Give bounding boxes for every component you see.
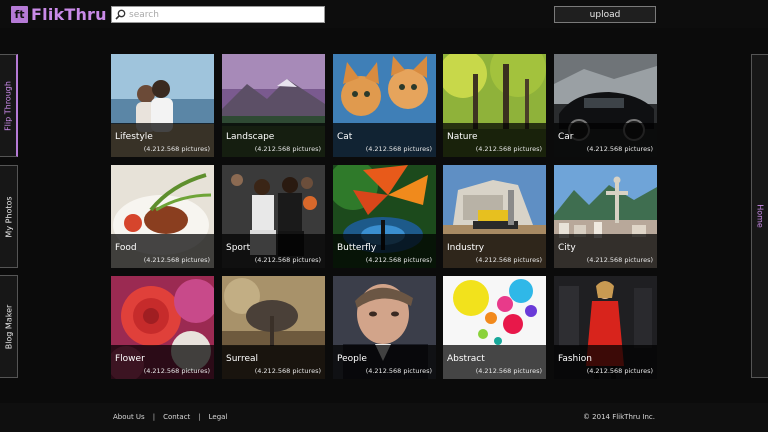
tab-flip-through[interactable]: Flip Through <box>0 54 18 157</box>
header-bar: ft FlikThru upload <box>0 0 768 28</box>
category-name: Abstract <box>447 354 485 364</box>
about-us-link[interactable]: About Us <box>113 413 145 421</box>
footer-links: About Us | Contact | Legal <box>113 413 227 421</box>
logo-mark: ft <box>11 6 28 23</box>
category-name: City <box>558 243 576 253</box>
category-name: Butterfly <box>337 243 377 253</box>
category-tile-butterfly[interactable]: Butterfly (4.212.568 pictures) <box>333 165 436 268</box>
picture-count: (4.212.568 pictures) <box>254 367 321 375</box>
category-name: Surreal <box>226 354 259 364</box>
category-tile-car[interactable]: Car (4.212.568 pictures) <box>554 54 657 157</box>
picture-count: (4.212.568 pictures) <box>365 367 432 375</box>
tab-blog-maker[interactable]: Blog Maker <box>0 275 18 378</box>
copyright-text: © 2014 FlikThru Inc. <box>582 413 655 421</box>
category-tile-industry[interactable]: Industry (4.212.568 pictures) <box>443 165 546 268</box>
category-name: Car <box>558 132 574 142</box>
category-tile-nature[interactable]: Nature (4.212.568 pictures) <box>443 54 546 157</box>
category-tile-people[interactable]: People (4.212.568 pictures) <box>333 276 436 379</box>
contact-link[interactable]: Contact <box>163 413 190 421</box>
tab-home-label: Home <box>755 204 765 228</box>
tab-home[interactable]: Home <box>751 54 768 378</box>
category-name: Flower <box>115 354 145 364</box>
tab-blog-maker-label: Blog Maker <box>4 304 13 349</box>
picture-count: (4.212.568 pictures) <box>586 256 653 264</box>
search-input[interactable] <box>129 7 319 22</box>
category-name: Sport <box>226 243 251 253</box>
category-tile-fashion[interactable]: Fashion (4.212.568 pictures) <box>554 276 657 379</box>
category-tile-abstract[interactable]: Abstract (4.212.568 pictures) <box>443 276 546 379</box>
upload-button[interactable]: upload <box>554 6 656 23</box>
category-tile-lifestyle[interactable]: Lifestyle (4.212.568 pictures) <box>111 54 214 157</box>
picture-count: (4.212.568 pictures) <box>365 145 432 153</box>
category-name: Food <box>115 243 137 253</box>
category-tile-food[interactable]: Food (4.212.568 pictures) <box>111 165 214 268</box>
category-tile-surreal[interactable]: Surreal (4.212.568 pictures) <box>222 276 325 379</box>
category-tile-city[interactable]: City (4.212.568 pictures) <box>554 165 657 268</box>
picture-count: (4.212.568 pictures) <box>475 256 542 264</box>
category-name: Industry <box>447 243 485 253</box>
picture-count: (4.212.568 pictures) <box>586 367 653 375</box>
category-name: Cat <box>337 132 353 142</box>
category-name: Lifestyle <box>115 132 153 142</box>
footer-separator: | <box>152 413 156 421</box>
footer: About Us | Contact | Legal © 2014 FlikTh… <box>0 403 768 432</box>
picture-count: (4.212.568 pictures) <box>475 145 542 153</box>
category-tile-cat[interactable]: Cat (4.212.568 pictures) <box>333 54 436 157</box>
picture-count: (4.212.568 pictures) <box>254 256 321 264</box>
picture-count: (4.212.568 pictures) <box>143 256 210 264</box>
search-icon[interactable] <box>115 9 126 20</box>
picture-count: (4.212.568 pictures) <box>475 367 542 375</box>
category-tile-flower[interactable]: Flower (4.212.568 pictures) <box>111 276 214 379</box>
tab-my-photos-label: My Photos <box>4 195 13 238</box>
app-name: FlikThru <box>31 5 107 24</box>
picture-count: (4.212.568 pictures) <box>254 145 321 153</box>
search-box <box>111 6 325 23</box>
category-tile-landscape[interactable]: Landscape (4.212.568 pictures) <box>222 54 325 157</box>
picture-count: (4.212.568 pictures) <box>586 145 653 153</box>
tab-my-photos[interactable]: My Photos <box>0 165 18 268</box>
picture-count: (4.212.568 pictures) <box>143 367 210 375</box>
app-logo[interactable]: ft FlikThru <box>11 5 107 24</box>
picture-count: (4.212.568 pictures) <box>143 145 210 153</box>
category-name: Fashion <box>558 354 592 364</box>
tab-flip-through-label: Flip Through <box>3 80 13 131</box>
category-name: Landscape <box>226 132 275 142</box>
category-tile-sport[interactable]: Sport (4.212.568 pictures) <box>222 165 325 268</box>
legal-link[interactable]: Legal <box>209 413 228 421</box>
picture-count: (4.212.568 pictures) <box>365 256 432 264</box>
category-name: People <box>337 354 367 364</box>
category-name: Nature <box>447 132 478 142</box>
footer-separator: | <box>198 413 201 421</box>
